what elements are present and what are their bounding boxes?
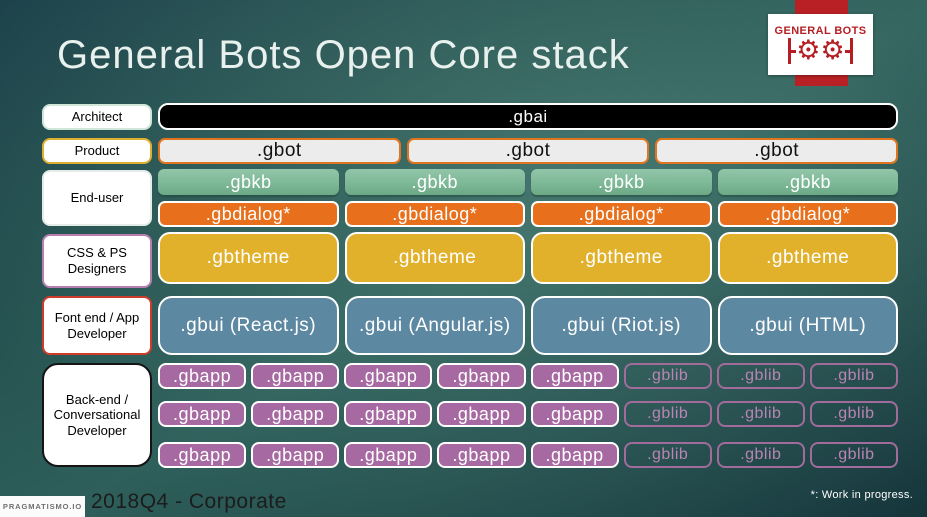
stack-box-gbapp: .gbapp bbox=[344, 442, 433, 468]
stack-row-gbui: .gbui (React.js) .gbui (Angular.js) .gbui … bbox=[158, 296, 898, 355]
page-title: General Bots Open Core stack bbox=[57, 33, 630, 77]
stack-box-gblib: .gblib bbox=[716, 442, 805, 468]
stack-box-gbot: .gbot bbox=[158, 138, 401, 164]
role-label-frontend-app-developer: Font end / App Developer bbox=[42, 296, 152, 355]
stack-box-gbapp: .gbapp bbox=[251, 442, 340, 468]
stack-box-gbtheme: .gbtheme bbox=[344, 232, 525, 284]
role-label-product: Product bbox=[42, 138, 152, 164]
stack-box-gbapp: .gbapp bbox=[344, 363, 433, 389]
stack-box-gbdialog: .gbdialog* bbox=[158, 201, 339, 227]
stack-row-gbdialog: .gbdialog* .gbdialog* .gbdialog* .gbdialog* bbox=[158, 201, 898, 227]
stack-box-gbdialog: .gbdialog* bbox=[531, 201, 712, 227]
stack-box-gbapp: .gbapp bbox=[437, 401, 526, 427]
stack-row-gbot: .gbot .gbot .gbot bbox=[158, 138, 899, 164]
pragmatismo-brand-badge: PRAGMATISMO.IO bbox=[0, 496, 85, 517]
role-label-architect: Architect bbox=[42, 104, 152, 130]
stack-box-gbapp: .gbapp bbox=[251, 363, 340, 389]
stack-box-gbot: .gbot bbox=[406, 138, 650, 164]
stack-box-gblib: .gblib bbox=[809, 401, 898, 427]
stack-box-gbtheme: .gbtheme bbox=[717, 232, 898, 284]
stack-box-gbui: .gbui (React.js) bbox=[158, 296, 339, 355]
stack-box-gbtheme: .gbtheme bbox=[531, 232, 712, 284]
stack-row-gbapp-gblib-3: .gbapp .gbapp .gbapp .gbapp .gbapp .gblib .gbl… bbox=[158, 442, 898, 468]
stack-box-gbdialog: .gbdialog* bbox=[717, 201, 898, 227]
stack-box-gblib: .gblib bbox=[809, 363, 898, 389]
stack-box-gbkb: .gbkb bbox=[158, 169, 339, 195]
stack-box-gbkb: .gbkb bbox=[531, 169, 712, 195]
gears-icon: ⚙ ⚙ bbox=[788, 35, 853, 66]
stack-box-gbdialog: .gbdialog* bbox=[344, 201, 525, 227]
stack-box-gbui: .gbui (HTML) bbox=[717, 296, 898, 355]
stack-row-gbapp-gblib-2: .gbapp .gbapp .gbapp .gbapp .gbapp .gblib .gbl… bbox=[158, 401, 898, 427]
stack-box-gbui: .gbui (Riot.js) bbox=[531, 296, 712, 355]
gear-icon: ⚙ bbox=[820, 35, 845, 66]
stack-row-gbapp-gblib-1: .gbapp .gbapp .gbapp .gbapp .gbapp .gblib .gbl… bbox=[158, 363, 898, 389]
work-in-progress-note: *: Work in progress. bbox=[810, 489, 913, 501]
stack-box-gbapp: .gbapp bbox=[158, 363, 247, 389]
stack-box-gbapp: .gbapp bbox=[158, 401, 247, 427]
stack-box-gblib: .gblib bbox=[623, 442, 712, 468]
stack-box-gbapp: .gbapp bbox=[251, 401, 340, 427]
stack-box-gbapp: .gbapp bbox=[530, 442, 619, 468]
slide: General Bots Open Core stack GENERAL BOT… bbox=[0, 0, 927, 517]
stack-box-gbtheme: .gbtheme bbox=[158, 232, 339, 284]
general-bots-logo: GENERAL BOTS ⚙ ⚙ bbox=[768, 14, 873, 75]
stack-box-gbapp: .gbapp bbox=[437, 442, 526, 468]
stack-box-gblib: .gblib bbox=[716, 401, 805, 427]
stack-box-gbapp: .gbapp bbox=[530, 363, 619, 389]
stack-row-gbkb: .gbkb .gbkb .gbkb .gbkb bbox=[158, 169, 898, 195]
stack-box-gbot: .gbot bbox=[655, 138, 899, 164]
stack-box-gblib: .gblib bbox=[623, 401, 712, 427]
stack-box-gbapp: .gbapp bbox=[437, 363, 526, 389]
footer-quarter-label: 2018Q4 - Corporate bbox=[91, 490, 287, 513]
stack-row-gbtheme: .gbtheme .gbtheme .gbtheme .gbtheme bbox=[158, 232, 898, 284]
role-label-css-ps-designers: CSS & PS Designers bbox=[42, 234, 152, 288]
stack-box-gblib: .gblib bbox=[623, 363, 712, 389]
stack-box-gbkb: .gbkb bbox=[717, 169, 898, 195]
stack-box-gbai: .gbai bbox=[158, 103, 898, 130]
stack-row-gbai: .gbai bbox=[158, 103, 898, 130]
gear-bar-icon bbox=[849, 38, 853, 64]
role-label-end-user: End-user bbox=[42, 170, 152, 226]
stack-box-gbkb: .gbkb bbox=[344, 169, 525, 195]
stack-box-gbapp: .gbapp bbox=[530, 401, 619, 427]
stack-box-gblib: .gblib bbox=[809, 442, 898, 468]
stack-box-gbapp: .gbapp bbox=[344, 401, 433, 427]
role-label-backend-conversational-developer: Back-end / Conversational Developer bbox=[42, 363, 152, 467]
stack-box-gblib: .gblib bbox=[716, 363, 805, 389]
stack-box-gbapp: .gbapp bbox=[158, 442, 247, 468]
gear-icon: ⚙ bbox=[796, 35, 821, 66]
stack-box-gbui: .gbui (Angular.js) bbox=[344, 296, 525, 355]
